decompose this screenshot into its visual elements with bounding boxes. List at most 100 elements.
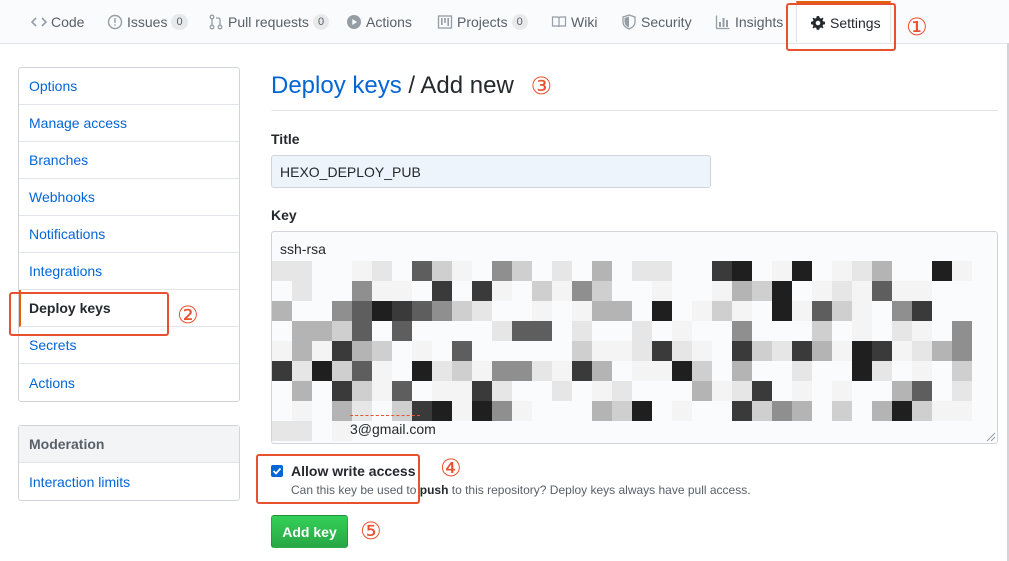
tab-actions[interactable]: Actions — [346, 0, 412, 43]
breadcrumb-deploy-keys-link[interactable]: Deploy keys — [271, 72, 402, 99]
pixel-block — [732, 361, 752, 381]
note-bold: push — [419, 483, 449, 497]
pixel-block — [452, 301, 472, 321]
code-icon — [31, 14, 47, 30]
sidebar-item-actions[interactable]: Actions — [19, 364, 239, 401]
pixel-block — [952, 361, 972, 381]
key-textarea[interactable]: ssh-rsa 3@gmail.com — [271, 231, 998, 444]
pixel-block — [792, 301, 812, 321]
resize-handle-icon[interactable] — [986, 432, 996, 442]
pixel-block — [932, 261, 952, 281]
pixel-block — [292, 281, 312, 301]
sidebar-item-options[interactable]: Options — [19, 68, 239, 105]
pixel-block — [512, 361, 532, 381]
pixel-block — [372, 301, 392, 321]
pixel-block — [912, 301, 932, 321]
tab-projects[interactable]: Projects 0 — [437, 0, 528, 43]
pixel-block — [852, 321, 872, 341]
pixel-block — [352, 281, 372, 301]
tab-pull-requests[interactable]: Pull requests 0 — [208, 0, 330, 43]
issue-icon — [107, 14, 123, 30]
pixel-block — [812, 281, 832, 301]
title-input-value: HEXO_DEPLOY_PUB — [280, 163, 421, 180]
pixel-block — [652, 341, 672, 361]
tab-issues[interactable]: Issues 0 — [107, 0, 188, 43]
pixel-block — [272, 261, 292, 281]
pixel-block — [532, 281, 552, 301]
pixel-block — [372, 341, 392, 361]
pixel-block — [852, 301, 872, 321]
moderation-heading: Moderation — [19, 426, 239, 463]
pixel-block — [412, 301, 432, 321]
tab-label: Projects — [457, 13, 508, 30]
pixel-block — [332, 381, 352, 401]
pixel-block — [632, 321, 652, 341]
sidebar-item-integrations[interactable]: Integrations — [19, 253, 239, 290]
key-suffix-text: 3@gmail.com — [350, 421, 436, 437]
sidebar-item-interaction-limits[interactable]: Interaction limits — [19, 463, 239, 500]
pixel-block — [632, 361, 652, 381]
shield-icon — [621, 13, 637, 30]
pixel-block — [552, 381, 572, 401]
pixel-block — [872, 341, 892, 361]
tab-insights[interactable]: Insights — [715, 0, 783, 43]
annotation-callout-4: ④ — [440, 454, 462, 482]
pixel-block — [272, 421, 292, 441]
title-input[interactable]: HEXO_DEPLOY_PUB — [271, 155, 711, 188]
pixel-block — [432, 381, 452, 401]
sidebar-item-branches[interactable]: Branches — [19, 142, 239, 179]
issues-count: 0 — [171, 13, 188, 30]
pixel-block — [392, 281, 412, 301]
pixel-block — [952, 321, 972, 341]
pixel-block — [652, 281, 672, 301]
key-prefix-text: ssh-rsa — [280, 241, 326, 257]
pixel-block — [892, 301, 912, 321]
pixel-block — [912, 361, 932, 381]
annotation-callout-3: ③ — [530, 72, 553, 100]
pixel-block — [612, 301, 632, 321]
sidebar-item-notifications[interactable]: Notifications — [19, 216, 239, 253]
pixel-block — [832, 301, 852, 321]
pixel-block — [452, 261, 472, 281]
pixel-block — [572, 361, 592, 381]
pixel-block — [832, 401, 852, 421]
pixel-block — [852, 281, 872, 301]
pixel-block — [612, 401, 632, 421]
sidebar-item-webhooks[interactable]: Webhooks — [19, 179, 239, 216]
pixel-block — [932, 341, 952, 361]
pixel-block — [592, 401, 612, 421]
pixel-block — [792, 341, 812, 361]
pixel-block — [712, 261, 732, 281]
play-icon — [346, 14, 362, 30]
sidebar-item-manage-access[interactable]: Manage access — [19, 105, 239, 142]
pixel-block — [692, 341, 712, 361]
tab-security[interactable]: Security — [621, 0, 692, 43]
pixel-block — [352, 261, 372, 281]
pixel-block — [692, 361, 712, 381]
pixel-block — [572, 321, 592, 341]
pixel-block — [452, 381, 472, 401]
pixel-block — [472, 361, 492, 381]
book-icon — [551, 14, 567, 30]
pixel-block — [272, 341, 292, 361]
pixel-block — [652, 261, 672, 281]
pixel-block — [392, 321, 412, 341]
pixel-block — [332, 321, 352, 341]
pixel-block — [452, 361, 472, 381]
pixel-block — [412, 361, 432, 381]
pixel-block — [292, 381, 312, 401]
pixel-block — [492, 281, 512, 301]
pixel-block — [652, 361, 672, 381]
title-label: Title — [271, 131, 300, 147]
tab-label: Actions — [366, 13, 412, 30]
pixel-block — [732, 381, 752, 401]
pixel-block — [412, 401, 432, 421]
tab-wiki[interactable]: Wiki — [551, 0, 597, 43]
pixel-block — [852, 341, 872, 361]
key-label: Key — [271, 207, 297, 223]
pixel-block — [292, 261, 312, 281]
pixel-block — [552, 361, 572, 381]
pixel-block — [592, 281, 612, 301]
tab-code[interactable]: Code — [31, 0, 84, 43]
add-key-button[interactable]: Add key — [271, 515, 348, 548]
